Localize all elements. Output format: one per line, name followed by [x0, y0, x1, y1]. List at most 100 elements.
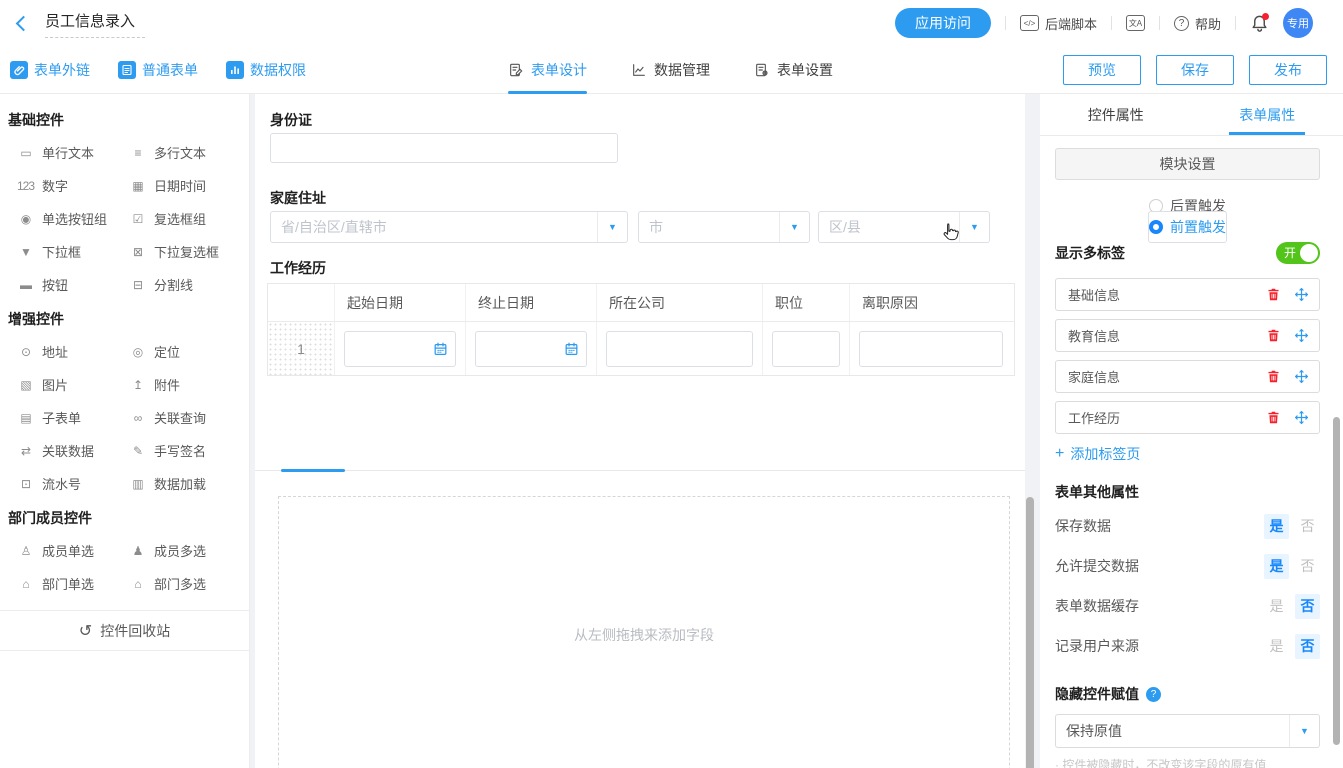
position-input[interactable]: [772, 331, 840, 367]
delete-icon[interactable]: [1266, 287, 1281, 302]
toolbar-link[interactable]: 表单外链: [10, 60, 90, 80]
canvas-tab[interactable]: [269, 440, 273, 470]
tab-form-properties[interactable]: 表单属性: [1192, 94, 1343, 135]
start-date-input[interactable]: [344, 331, 456, 367]
city-select[interactable]: 市 ▼: [638, 211, 810, 243]
canvas-tab[interactable]: [311, 440, 315, 470]
language-button[interactable]: 文A: [1126, 15, 1145, 31]
no-option[interactable]: 否: [1295, 514, 1320, 539]
widget-item[interactable]: ≡ 多行文本: [128, 136, 240, 169]
form-design-icon: [508, 62, 524, 78]
page-scrollbar[interactable]: [1333, 417, 1340, 745]
end-date-input[interactable]: [475, 331, 587, 367]
save-button[interactable]: 保存: [1156, 55, 1234, 85]
widget-label: 下拉框: [42, 242, 81, 261]
chevron-down-icon: ▼: [1289, 715, 1319, 747]
yes-option[interactable]: 是: [1264, 554, 1289, 579]
panel-tabs: 控件属性 表单属性: [1040, 94, 1343, 136]
chevron-down-icon: ▼: [597, 212, 627, 242]
tab-widget-properties[interactable]: 控件属性: [1040, 94, 1192, 135]
move-icon[interactable]: [1294, 287, 1309, 302]
reason-input[interactable]: [859, 331, 1003, 367]
reason-cell: [850, 322, 1012, 375]
company-cell: [597, 322, 763, 375]
back-icon[interactable]: [16, 15, 32, 31]
radio-pre-trigger[interactable]: 前置触发: [1148, 211, 1227, 243]
yes-option[interactable]: 是: [1264, 634, 1289, 659]
hidden-assign-select[interactable]: 保持原值 ▼: [1055, 714, 1320, 748]
yes-no-switch: 是 否: [1264, 634, 1320, 659]
move-icon[interactable]: [1294, 369, 1309, 384]
page-title[interactable]: 员工信息录入: [45, 8, 145, 38]
widget-item[interactable]: ⊡ 流水号: [16, 467, 128, 500]
widget-item[interactable]: ▤ 子表单: [16, 401, 128, 434]
move-icon[interactable]: [1294, 410, 1309, 425]
widget-item[interactable]: ⊙ 地址: [16, 335, 128, 368]
widget-item[interactable]: ◉ 单选按钮组: [16, 202, 128, 235]
backend-script-button[interactable]: </> 后端脚本: [1020, 14, 1097, 33]
canvas-scrollbar[interactable]: [1026, 497, 1034, 768]
widget-item[interactable]: ▭ 单行文本: [16, 136, 128, 169]
widget-item[interactable]: ▥ 数据加载: [128, 467, 240, 500]
multi-tab-toggle[interactable]: 开: [1276, 242, 1320, 264]
canvas-tab[interactable]: [283, 440, 287, 470]
widget-item[interactable]: ▬ 按钮: [16, 268, 128, 301]
district-select[interactable]: 区/县 ▼: [818, 211, 990, 243]
tab-form-settings[interactable]: 表单设置: [754, 46, 833, 94]
move-icon[interactable]: [1294, 328, 1309, 343]
tag-item[interactable]: 工作经历: [1055, 401, 1320, 434]
tag-item[interactable]: 家庭信息: [1055, 360, 1320, 393]
tag-item[interactable]: 基础信息: [1055, 278, 1320, 311]
widget-item[interactable]: ∞ 关联查询: [128, 401, 240, 434]
widget-label: 复选框组: [154, 209, 206, 228]
app-access-button[interactable]: 应用访问: [895, 8, 991, 38]
province-select[interactable]: 省/自治区/直辖市 ▼: [270, 211, 628, 243]
widget-item[interactable]: ◎ 定位: [128, 335, 240, 368]
delete-icon[interactable]: [1266, 328, 1281, 343]
yes-option[interactable]: 是: [1264, 514, 1289, 539]
tab-data-management[interactable]: 数据管理: [631, 46, 710, 94]
publish-button[interactable]: 发布: [1249, 55, 1327, 85]
module-settings-button[interactable]: 模块设置: [1055, 148, 1320, 180]
no-option[interactable]: 否: [1295, 634, 1320, 659]
widget-item[interactable]: ⊟ 分割线: [128, 268, 240, 301]
widget-item[interactable]: ☑ 复选框组: [128, 202, 240, 235]
help-button[interactable]: ? 帮助: [1174, 14, 1221, 33]
widget-item[interactable]: ⇄ 关联数据: [16, 434, 128, 467]
toolbar-link[interactable]: 数据权限: [226, 60, 306, 80]
no-option[interactable]: 否: [1295, 594, 1320, 619]
delete-icon[interactable]: [1266, 369, 1281, 384]
drop-area[interactable]: 从左侧拖拽来添加字段: [278, 496, 1010, 768]
widget-item[interactable]: 123 数字: [16, 169, 128, 202]
widget-item[interactable]: ▼ 下拉框: [16, 235, 128, 268]
calendar-icon[interactable]: [433, 341, 448, 356]
hidden-assign-value: 保持原值: [1056, 721, 1289, 741]
user-avatar[interactable]: 专用: [1283, 8, 1313, 38]
tag-item[interactable]: 教育信息: [1055, 319, 1320, 352]
notification-bell-button[interactable]: [1250, 14, 1269, 33]
widget-item[interactable]: ✎ 手写签名: [128, 434, 240, 467]
widget-item[interactable]: ↥ 附件: [128, 368, 240, 401]
widget-item[interactable]: ♟ 成员多选: [128, 534, 240, 567]
widget-item[interactable]: ▦ 日期时间: [128, 169, 240, 202]
canvas-tab[interactable]: [297, 440, 301, 470]
widget-item[interactable]: ♙ 成员单选: [16, 534, 128, 567]
hidden-assign-title: 隐藏控件赋值: [1055, 684, 1139, 704]
company-input[interactable]: [606, 331, 753, 367]
preview-button[interactable]: 预览: [1063, 55, 1141, 85]
yes-option[interactable]: 是: [1264, 594, 1289, 619]
widget-item[interactable]: ⌂ 部门单选: [16, 567, 128, 600]
no-option[interactable]: 否: [1295, 554, 1320, 579]
toolbar-link[interactable]: 普通表单: [118, 60, 198, 80]
calendar-icon[interactable]: [564, 341, 579, 356]
widget-item[interactable]: ⌂ 部门多选: [128, 567, 240, 600]
widget-recycle-bin[interactable]: ↺ 控件回收站: [0, 610, 249, 651]
delete-icon[interactable]: [1266, 410, 1281, 425]
widget-item[interactable]: ▧ 图片: [16, 368, 128, 401]
help-circle-icon[interactable]: ?: [1146, 687, 1161, 702]
widget-item[interactable]: ⊠ 下拉复选框: [128, 235, 240, 268]
add-tab-link[interactable]: + 添加标签页: [1055, 444, 1320, 464]
tab-form-design[interactable]: 表单设计: [508, 46, 587, 94]
idcard-input[interactable]: [270, 133, 618, 163]
section-title-enhanced: 增强控件: [8, 309, 249, 329]
